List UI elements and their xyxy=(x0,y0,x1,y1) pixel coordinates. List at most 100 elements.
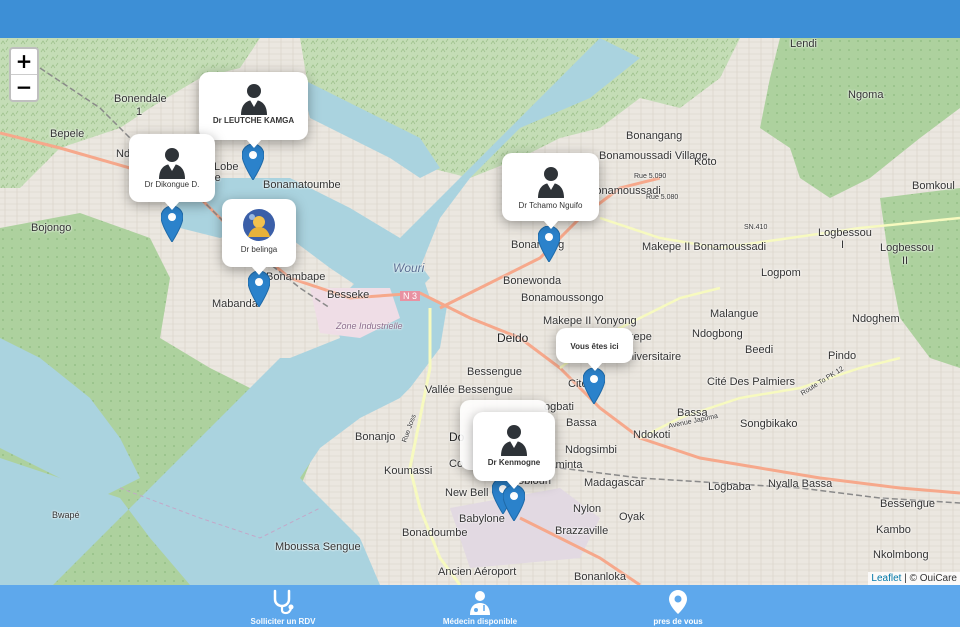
doctor-name: Dr Tchamo Nguifo xyxy=(518,201,583,210)
location-pin-icon xyxy=(669,590,687,614)
zoom-in-button[interactable]: + xyxy=(11,49,37,75)
place-label: Koto xyxy=(694,156,717,168)
zoom-control: + − xyxy=(9,47,39,102)
place-label: Bonendale xyxy=(114,93,167,105)
zoom-out-button[interactable]: − xyxy=(11,75,37,100)
doctor-name: Dr LEUTCHE KAMGA xyxy=(212,116,295,125)
place-label: Kambo xyxy=(876,524,911,536)
map-marker[interactable] xyxy=(161,206,183,242)
place-label: Ancien Aéroport xyxy=(438,566,517,578)
place-label: Koumassi xyxy=(384,465,433,477)
doctor-name: Dr belinga xyxy=(240,245,278,254)
bottom-nav: Solliciter un RDV Médecin disponible pre… xyxy=(0,585,960,627)
place-label: Ndokoti xyxy=(633,429,671,441)
place-label: Pindo xyxy=(828,350,857,362)
place-label: Bonamoussongo xyxy=(521,292,604,304)
place-label: Ndogbong xyxy=(692,328,743,340)
place-label: Oyak xyxy=(619,511,645,523)
doctor-popup[interactable]: Dr belinga xyxy=(222,199,296,275)
map-marker[interactable] xyxy=(242,144,264,180)
place-label: Beedi xyxy=(745,344,774,356)
map[interactable]: Bonendale 1 Bepele Nd Lobe Ngwele Bojong… xyxy=(0,38,960,585)
place-label: Bonamatoumbe xyxy=(263,179,341,191)
place-label: Madagascar xyxy=(584,477,645,489)
map-background xyxy=(0,38,960,585)
map-marker[interactable] xyxy=(503,485,525,521)
map-marker[interactable] xyxy=(248,271,270,307)
doctor-name: Dr Dikongue D. xyxy=(144,180,200,189)
place-label: Bonambape xyxy=(266,271,326,283)
place-label: Mboussa Sengue xyxy=(275,541,361,553)
attribution-text: | © OuiCare xyxy=(901,573,957,584)
place-label: Logbaba xyxy=(708,481,751,493)
road-label: SN.410 xyxy=(744,224,768,231)
place-label: Bonamoussadi Village xyxy=(599,150,708,162)
doctor-photo-icon xyxy=(243,209,275,241)
place-label: Brazzaville xyxy=(555,525,609,537)
place-label: Wouri xyxy=(393,261,425,275)
nav-label: Solliciter un RDV xyxy=(250,617,316,626)
doctor-popup[interactable]: Dr Dikongue D. xyxy=(129,134,215,210)
doctor-name: Dr Kenmogne xyxy=(487,458,541,467)
place-label: Bessengue xyxy=(467,366,523,378)
place-label: Vallée Bessengue xyxy=(425,384,513,396)
place-label: Ngoma xyxy=(848,89,884,101)
place-label: Bassa xyxy=(566,417,597,429)
place-label: Makepe II Yonyong xyxy=(543,315,637,327)
place-label: Makepe II Bonamoussadi xyxy=(642,241,767,253)
nav-available-doctor[interactable]: Médecin disponible xyxy=(430,585,530,627)
location-popup[interactable]: Vous êtes ici xyxy=(556,328,633,371)
nav-label: Médecin disponible xyxy=(442,617,518,626)
place-label: ogbati xyxy=(544,401,574,413)
nav-near-you[interactable]: pres de vous xyxy=(642,585,714,627)
place-label: Lendi xyxy=(790,38,817,50)
doctor-icon xyxy=(470,591,490,615)
map-marker[interactable] xyxy=(538,226,560,262)
place-label: Bojongo xyxy=(31,222,72,234)
place-label: II xyxy=(902,255,909,267)
place-label: Bepele xyxy=(50,128,85,140)
road-label: Rue 5.090 xyxy=(634,173,667,180)
place-label: Bonadoumbe xyxy=(402,527,468,539)
place-label: Bomkoul xyxy=(912,180,955,192)
top-bar xyxy=(0,0,960,38)
place-label: Babylone xyxy=(459,513,505,525)
place-label: Songbikako xyxy=(740,418,798,430)
nav-request-appointment[interactable]: Solliciter un RDV xyxy=(240,585,326,627)
place-label: Bonewonda xyxy=(503,275,562,287)
place-label: Nkolmbong xyxy=(873,549,929,561)
place-label: Deido xyxy=(497,331,529,345)
place-label: Cité Des Palmiers xyxy=(707,376,796,388)
doctor-popup[interactable]: Dr Kenmogne xyxy=(473,412,555,489)
leaflet-link[interactable]: Leaflet xyxy=(871,573,901,584)
place-label: Logpom xyxy=(761,267,801,279)
doctor-avatar-icon xyxy=(159,148,185,179)
place-label: Zone Industrielle xyxy=(336,321,403,331)
doctor-avatar-icon xyxy=(501,425,527,456)
place-label: Bonangang xyxy=(626,130,683,142)
doctor-popup[interactable]: Dr Tchamo Nguifo xyxy=(502,153,599,229)
place-label: Logbessou xyxy=(880,242,934,254)
place-label: New Bell xyxy=(445,487,489,499)
place-label: Malangue xyxy=(710,308,759,320)
you-are-here-label: Vous êtes ici xyxy=(570,342,619,351)
place-label: Nyalla Bassa xyxy=(768,478,833,490)
place-label: Ndoghem xyxy=(852,313,900,325)
road-label: Rue 5.080 xyxy=(646,194,679,201)
place-label: 1 xyxy=(136,106,143,118)
doctor-popup[interactable]: Dr LEUTCHE KAMGA xyxy=(199,72,308,148)
place-label: Nd xyxy=(116,148,131,160)
stethoscope-icon xyxy=(273,589,294,615)
place-label: Nylon xyxy=(573,503,602,515)
place-label: Bonanloka xyxy=(574,571,626,583)
map-marker[interactable] xyxy=(583,368,605,404)
place-label: Bessengue xyxy=(880,498,936,510)
place-label: Besseke xyxy=(327,289,370,301)
place-label: Bonanjo xyxy=(355,431,396,443)
place-label: Logbessou xyxy=(818,227,872,239)
doctor-avatar-icon xyxy=(537,167,564,198)
place-label: Ndogsimbi xyxy=(565,444,617,456)
place-label: I xyxy=(841,239,845,251)
map-attribution: Leaflet | © OuiCare xyxy=(868,572,960,585)
doctor-avatar-icon xyxy=(240,84,267,115)
